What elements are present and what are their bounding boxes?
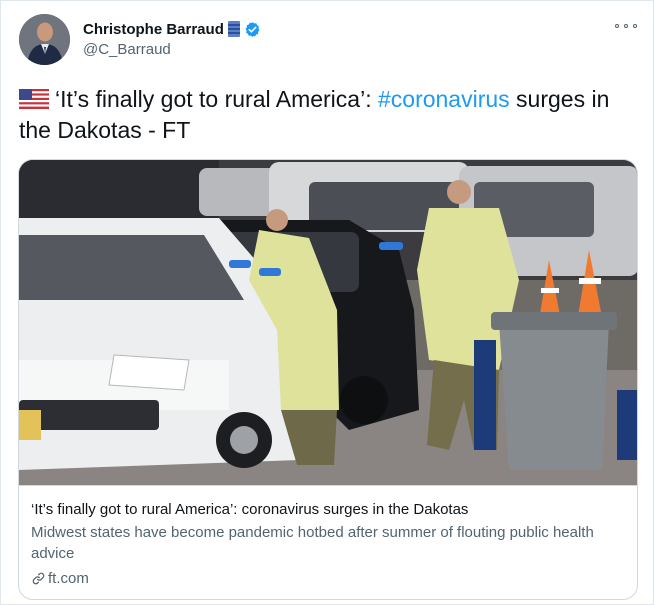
author-name-row: Christophe Barraud <box>83 19 261 39</box>
link-card-domain-text[interactable]: ft.com <box>48 570 89 587</box>
link-card-description: Midwest states have become pandemic hotb… <box>31 524 594 562</box>
tweet-text-before: ‘It’s finally got to rural America’: <box>55 86 378 112</box>
avatar[interactable] <box>19 14 70 65</box>
tweet-text: ‘It’s finally got to rural America’: #co… <box>19 84 643 146</box>
verified-badge-icon <box>245 21 260 37</box>
us-flag-icon <box>19 89 49 109</box>
link-card-meta[interactable]: ‘It’s finally got to rural America’: cor… <box>19 485 637 599</box>
hashtag-link[interactable]: #coronavirus <box>378 86 510 112</box>
author-display-name[interactable]: Christophe Barraud <box>83 21 224 38</box>
link-card-title[interactable]: ‘It’s finally got to rural America’: cor… <box>31 500 627 520</box>
blue-bars-emoji-icon <box>227 21 240 37</box>
link-icon <box>32 572 45 585</box>
tweet-container: Christophe Barraud @C_Barraud ‘It’s fina… <box>0 0 654 605</box>
profile-photo-icon <box>19 14 70 65</box>
link-card[interactable]: ‘It’s finally got to rural America’: cor… <box>18 159 638 600</box>
link-card-domain[interactable]: ft.com <box>31 570 627 587</box>
more-options-icon[interactable] <box>615 19 637 33</box>
link-card-image[interactable] <box>19 160 638 485</box>
author-handle[interactable]: @C_Barraud <box>83 41 171 58</box>
